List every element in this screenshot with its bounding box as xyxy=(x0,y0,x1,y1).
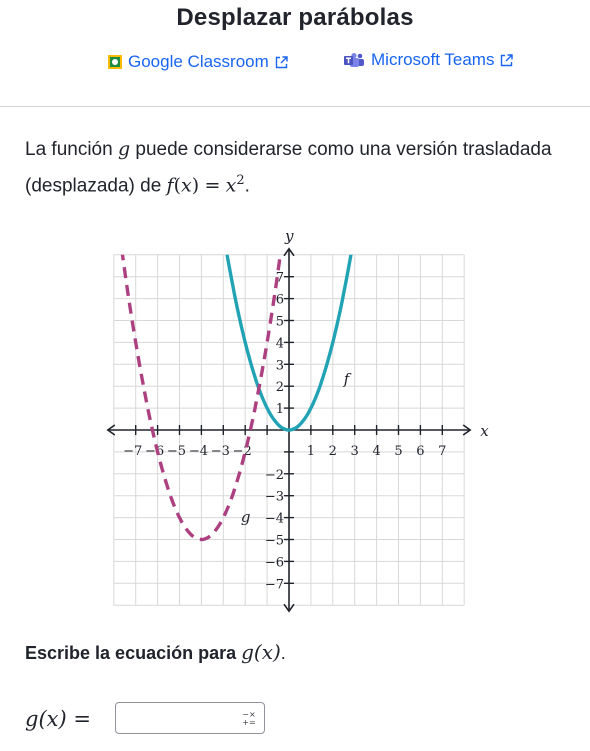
microsoft-teams-label: Microsoft Teams xyxy=(371,50,495,69)
google-classroom-label: Google Classroom xyxy=(128,52,269,71)
x-tick-label: 4 xyxy=(372,444,380,459)
google-classroom-icon xyxy=(108,55,122,69)
x-tick-label: −4 xyxy=(189,444,208,459)
x-tick-label: 1 xyxy=(307,444,315,459)
math-keyboard-icon[interactable]: −× += xyxy=(242,711,256,727)
google-classroom-link[interactable]: Google Classroom xyxy=(108,52,288,72)
share-row: Google Classroom Microsoft Teams xyxy=(0,50,590,76)
y-tick-label: 1 xyxy=(276,402,284,417)
curve-g-label: g xyxy=(241,508,251,526)
coordinate-graph: −7 −6 −5 −4 −3 −2 1 2 3 4 5 6 77654321−2−3−4−5−6−7 x… xyxy=(106,227,489,613)
problem-statement: La función g puede considerarse como una… xyxy=(25,138,552,197)
y-tick-label: −7 xyxy=(265,577,284,592)
answer-label: g(x) = xyxy=(25,707,91,731)
curve-f-label: f xyxy=(343,370,352,388)
page-title: Desplazar parábolas xyxy=(176,4,414,31)
x-tick-label: 3 xyxy=(351,444,359,459)
question-prompt: Escribe la ecuación para g(x). xyxy=(25,640,286,664)
y-tick-label: 2 xyxy=(276,380,284,395)
x-tick-label: 6 xyxy=(416,444,424,459)
y-tick-label: −3 xyxy=(265,490,284,505)
x-tick-label: −7 xyxy=(123,444,142,459)
answer-input[interactable]: −× += xyxy=(115,702,265,734)
y-axis-label: y xyxy=(284,227,294,245)
y-tick-label: 6 xyxy=(276,293,284,308)
curves xyxy=(120,254,353,542)
x-tick-label: 5 xyxy=(394,444,402,459)
y-tick-label: 3 xyxy=(276,358,284,373)
x-axis-label: x xyxy=(480,422,489,440)
microsoft-teams-link[interactable]: Microsoft Teams xyxy=(343,50,514,70)
x-tick-label: −3 xyxy=(211,444,230,459)
y-tick-label: −5 xyxy=(265,534,284,549)
y-tick-label: 5 xyxy=(276,315,284,330)
answer-row: g(x) = −× += xyxy=(25,700,265,738)
y-tick-label: −4 xyxy=(265,512,284,527)
external-link-icon xyxy=(501,53,514,66)
x-tick-label: 2 xyxy=(329,444,337,459)
external-link-icon xyxy=(275,55,288,68)
y-tick-label: −6 xyxy=(265,555,284,570)
microsoft-teams-icon xyxy=(344,53,364,67)
y-tick-label: −2 xyxy=(265,468,284,483)
x-tick-label: 7 xyxy=(438,444,446,459)
y-tick-label: 4 xyxy=(276,336,284,351)
divider xyxy=(0,106,590,107)
x-tick-label: −5 xyxy=(167,444,186,459)
